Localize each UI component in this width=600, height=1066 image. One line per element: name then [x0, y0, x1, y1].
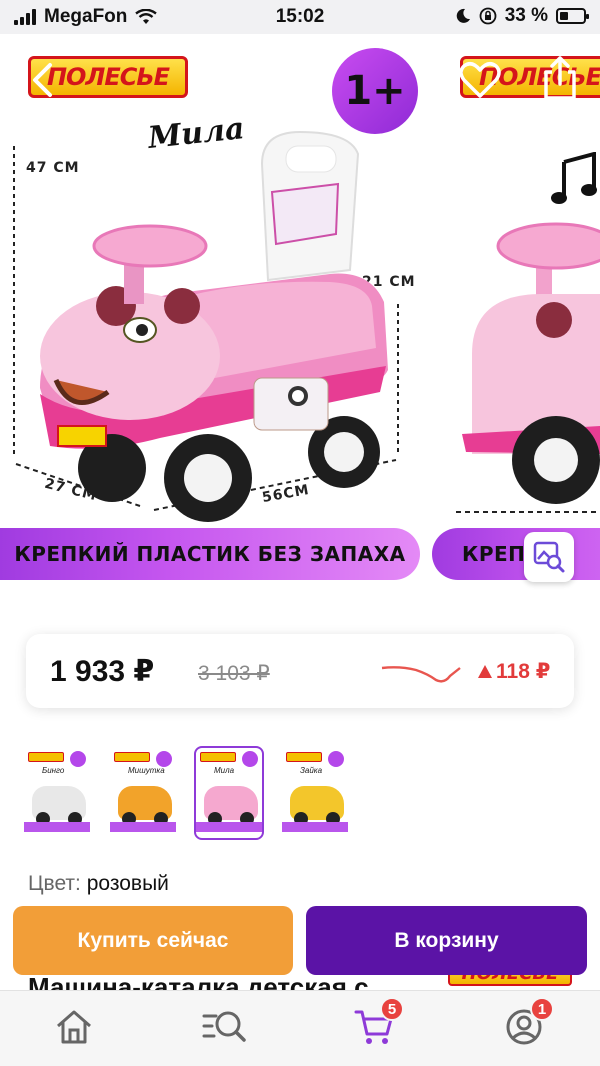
buy-now-button[interactable]: Купить сейчас [13, 906, 293, 975]
back-button[interactable] [22, 60, 62, 100]
gallery-slide-next[interactable]: ПОЛЕСЬЕ КРЕП [432, 34, 600, 608]
variant-banner [110, 822, 176, 832]
feature-banner-next-text: КРЕП [462, 542, 526, 566]
catalog-search-icon [202, 1011, 246, 1042]
gallery-slide[interactable]: ПОЛЕСЬЕ 1+ Мила 47 CM 21 CM 27 CM 56CM К… [0, 34, 430, 608]
share-icon [544, 56, 576, 100]
variant-thumbnail[interactable]: Бинго [22, 746, 92, 840]
nav-catalog[interactable] [202, 1007, 246, 1047]
variant-list: Бинго Мишутка Мила Зайка [22, 746, 350, 840]
brand-logo-mini [114, 752, 150, 762]
chevron-left-icon [33, 63, 52, 97]
brand-logo-mini [28, 752, 64, 762]
nav-home[interactable] [52, 1007, 96, 1047]
variant-thumbnail[interactable]: Мила [194, 746, 264, 840]
price-card[interactable]: 1 933 ₽ 3 103 ₽ 118 ₽ [26, 634, 574, 708]
product-image-gallery[interactable]: ПОЛЕСЬЕ 1+ Мила 47 CM 21 CM 27 CM 56CM К… [0, 34, 600, 608]
variant-name: Зайка [300, 766, 323, 775]
brand-logo-mini [200, 752, 236, 762]
moon-icon [456, 8, 470, 23]
old-price: 3 103 ₽ [198, 662, 270, 685]
arrow-up-icon [478, 665, 492, 678]
status-bar: MegaFon 15:02 33 % [0, 0, 600, 34]
profile-badge: 1 [530, 997, 554, 1021]
variant-banner [282, 822, 348, 832]
image-search-button[interactable] [524, 532, 574, 582]
age-badge-mini [328, 751, 344, 767]
variant-name: Мишутка [128, 766, 165, 775]
variant-name: Бинго [42, 766, 65, 775]
product-photo-next [456, 222, 600, 513]
price-change-value: 118 ₽ [496, 660, 551, 683]
status-right: 33 % [455, 5, 589, 27]
nav-profile[interactable]: 1 [502, 997, 554, 1047]
image-search-icon [533, 541, 565, 573]
share-button[interactable] [538, 54, 582, 102]
battery-icon [556, 8, 589, 24]
brand-logo-mini [286, 752, 322, 762]
product-photo [13, 130, 399, 522]
price-change: 118 ₽ [478, 659, 550, 684]
color-value: розовый [86, 872, 169, 895]
home-icon [57, 1010, 91, 1044]
bottom-nav: 5 1 [0, 990, 600, 1066]
color-selector: Цвет: розовый [28, 872, 169, 896]
variant-thumbnail[interactable]: Мишутка [108, 746, 178, 840]
feature-banner-text: КРЕПКИЙ ПЛАСТИК БЕЗ ЗАПАХА [14, 542, 406, 566]
variant-name: Мила [214, 766, 235, 775]
variant-thumbnail[interactable]: Зайка [280, 746, 350, 840]
feature-banner-next: КРЕП [432, 528, 600, 580]
feature-banner: КРЕПКИЙ ПЛАСТИК БЕЗ ЗАПАХА [0, 528, 420, 580]
favorite-button[interactable] [458, 58, 502, 102]
price-history-graph [381, 666, 461, 683]
orientation-lock-icon [479, 7, 497, 25]
age-badge-mini [242, 751, 258, 767]
color-label: Цвет: [28, 872, 81, 895]
variant-banner [196, 822, 262, 832]
heart-icon [459, 62, 501, 98]
age-badge-mini [70, 751, 86, 767]
battery-percent: 33 % [504, 5, 548, 26]
nav-cart[interactable]: 5 [352, 997, 404, 1047]
age-badge-mini [156, 751, 172, 767]
add-to-cart-button[interactable]: В корзину [306, 906, 587, 975]
current-price: 1 933 ₽ [50, 655, 155, 688]
cart-badge: 5 [380, 997, 404, 1021]
variant-banner [24, 822, 90, 832]
